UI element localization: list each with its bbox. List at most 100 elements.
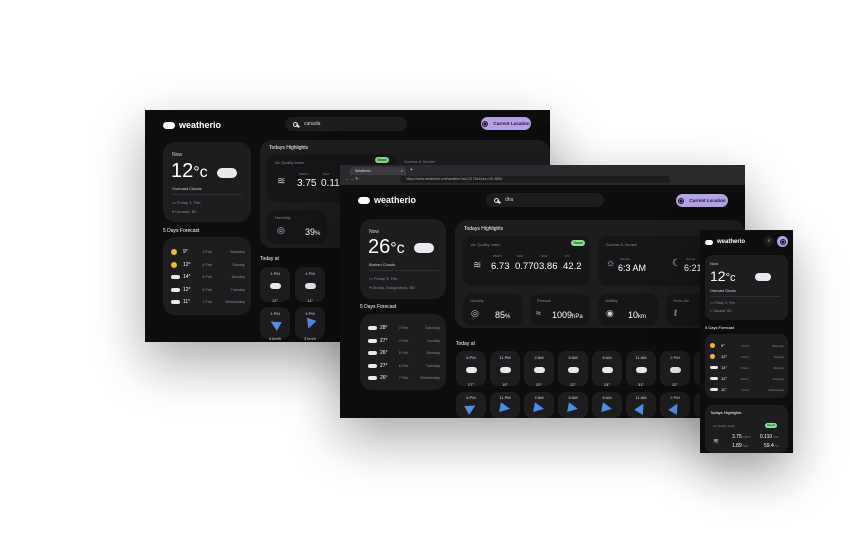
current-temperature: 12°c <box>710 268 736 284</box>
o3-value: 59.4 O3 <box>764 443 779 449</box>
cloud-icon <box>601 367 613 373</box>
cloud-icon <box>710 388 718 391</box>
sunset-label: Sunset <box>686 257 696 261</box>
forecast-temp: 14° <box>183 274 191 281</box>
condition-text: Overcast Clouds <box>172 186 202 191</box>
app-logo[interactable]: weatherio <box>163 120 221 130</box>
hour-temp: 27° <box>467 382 475 387</box>
cloud-icon <box>368 376 377 381</box>
current-location-button[interactable] <box>777 236 788 247</box>
highlights-card: Todays Highlights Air Quality Index Good… <box>705 405 788 453</box>
forecast-card: 9° 3 Feb Saturday 12° 4 Feb Sunday 14° 5 Feb Mon… <box>163 237 251 315</box>
forecast-row: 9° 3 Feb Saturday <box>171 246 245 259</box>
sun-icon <box>710 343 715 348</box>
pollutant-item: NO2 3.86 <box>539 254 558 272</box>
forecast-date: 4 Feb <box>398 338 409 343</box>
pressure-value: 1009hPa <box>552 310 583 320</box>
forecast-row: 12° 4 Feb Sunday <box>171 259 245 272</box>
pollutant-value: 0.770 <box>515 261 539 272</box>
app-logo[interactable]: weatherio <box>705 239 745 245</box>
pollutant-label: PM2.5 <box>493 254 502 258</box>
wind-direction-icon <box>303 317 317 331</box>
pressure-icon: ≈ <box>536 308 541 318</box>
forecast-temp: 27° <box>380 362 388 369</box>
sun-icon <box>710 354 715 359</box>
forecast-title: 5 Days Forecast <box>705 325 735 330</box>
forecast-day: Monday <box>773 365 784 370</box>
hour-temp: 22° <box>569 382 577 387</box>
pollutant-value: 3.86 <box>539 261 558 272</box>
wind-direction-icon <box>567 402 579 414</box>
hour-time: 11 PM <box>499 355 511 360</box>
cloud-icon <box>669 367 681 373</box>
hour-tile: 5 AM 22° <box>558 351 588 387</box>
overcast-cloud-icon <box>217 168 237 178</box>
location-target-icon <box>482 120 489 127</box>
aqi-label: Air Quality Index <box>275 160 305 165</box>
sun-label: Sunrise & Sunset <box>404 159 435 164</box>
now-label: Now <box>172 152 183 158</box>
forecast-row: 27° 6 Feb Tuesday <box>368 360 440 373</box>
current-location-button[interactable]: Current Location <box>676 194 728 207</box>
wind-tile: 11 AM <box>626 392 656 418</box>
search-input[interactable]: canada <box>285 117 407 131</box>
forecast-date: 3 Feb <box>398 326 409 331</box>
forecast-date: 6 Feb <box>740 376 749 381</box>
date-text: ▭ Friday 3, Feb <box>710 301 735 305</box>
cloud-icon <box>368 351 377 356</box>
wind-direction-icon <box>634 401 648 415</box>
new-tab-icon[interactable]: + <box>410 167 413 173</box>
location-text: ⌖ Canada, BC <box>172 209 198 214</box>
cloud-icon <box>368 363 377 368</box>
so2-label: SO2 <box>323 172 330 176</box>
hour-temp: 31° <box>637 382 645 387</box>
wind-tile: 2 AM <box>524 392 554 418</box>
forecast-card: 9° 3 Feb Saturday 12° 4 Feb Sunday 14° 5 Feb Mon… <box>705 334 788 398</box>
mobile-window: weatherio ⌕ Now 12°c Overcast Clouds ▭ F… <box>700 230 793 453</box>
wind-icon: ≋ <box>713 438 719 445</box>
broken-cloud-icon <box>414 243 434 253</box>
current-location-button[interactable]: Current Location <box>481 117 531 130</box>
cloud-icon <box>533 367 545 373</box>
cloud-icon <box>269 283 281 289</box>
divider <box>710 296 780 297</box>
sunrise-icon: ☼ <box>606 258 616 269</box>
hour-temp: 19° <box>501 382 509 387</box>
forecast-day: Monday <box>231 275 245 280</box>
forecast-title: 5 Days Forecast <box>163 228 200 234</box>
hour-time: 11 AM <box>635 395 647 400</box>
sunrise-value: 6:3 AM <box>618 263 647 273</box>
wind-direction-icon <box>533 402 545 414</box>
condition-text: Broken Clouds <box>369 262 396 267</box>
pollutant-item: PM2.5 6.73 <box>491 254 510 272</box>
forecast-date: 7 Feb <box>740 387 749 392</box>
app-logo[interactable]: weatherio <box>358 195 416 205</box>
wind-tile: 11 PM <box>490 392 520 418</box>
forecast-day: Monday <box>426 351 440 356</box>
forecast-row: 28° 3 Feb Saturday <box>368 322 440 335</box>
browser-tab[interactable]: Weatherio × <box>350 167 406 175</box>
pollutant-label: SO2 <box>517 254 524 258</box>
highlights-title: Todays Highlights <box>710 410 742 415</box>
cloud-icon <box>171 275 180 280</box>
now-label: Now <box>369 229 380 235</box>
search-input[interactable]: dha <box>486 193 604 207</box>
forecast-day: Wednesday <box>768 387 784 392</box>
browser-chrome: Weatherio × + ← → ↻ https://www.weatheri… <box>340 165 745 185</box>
wind-tile: 8 AM <box>592 392 622 418</box>
aqi-good-badge: Good <box>765 423 777 428</box>
forecast-temp: 12° <box>721 376 728 381</box>
address-bar[interactable]: https://www.weatherio.io/#/weather?lat=2… <box>400 176 670 183</box>
cloud-icon <box>465 367 477 373</box>
pm25-label: PM2.5 <box>299 172 308 176</box>
current-weather-card: Now 26°c Broken Clouds ▭ Friday 3, Feb ⌖… <box>360 219 446 299</box>
close-tab-icon[interactable]: × <box>401 167 403 175</box>
so2-value: 0.110 SO2 <box>760 434 779 440</box>
overcast-cloud-icon <box>755 273 771 281</box>
hour-tile: 11 AM 31° <box>626 351 656 387</box>
forecast-day: Sunday <box>427 338 440 343</box>
forecast-date: 7 Feb <box>202 300 212 305</box>
search-icon[interactable]: ⌕ <box>764 236 774 246</box>
hour-time: 8 AM <box>602 395 612 400</box>
nav-buttons[interactable]: ← → ↻ <box>345 176 359 181</box>
